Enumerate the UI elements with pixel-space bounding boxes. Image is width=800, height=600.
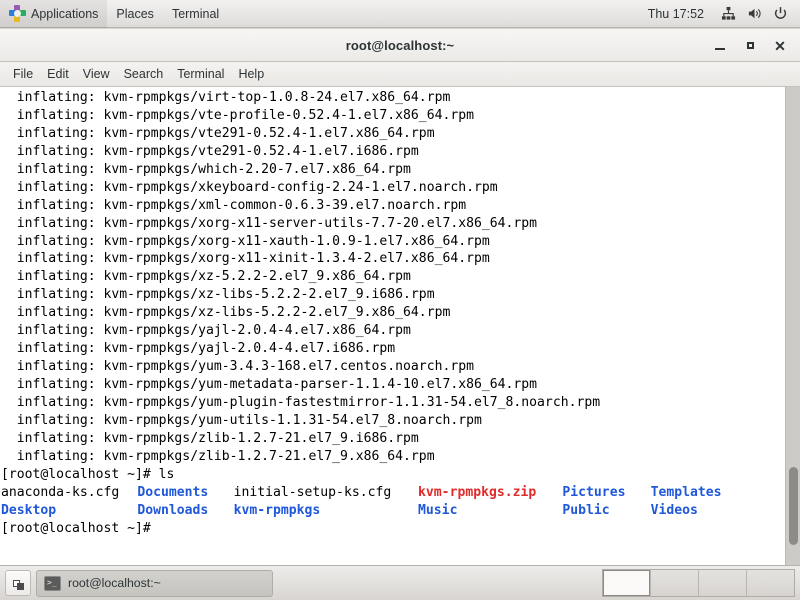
window-title: root@localhost:~ (345, 37, 455, 53)
panel-status-area: Thu 17:52 (638, 0, 800, 28)
maximize-icon (746, 42, 754, 49)
menu-edit[interactable]: Edit (40, 65, 76, 83)
ls-entry: Templates (650, 484, 722, 500)
terminal-final-prompt: [root@localhost ~]# (1, 520, 151, 536)
places-menu[interactable]: Places (107, 0, 163, 28)
centos-logo-icon (9, 5, 26, 22)
terminal-line: inflating: kvm-rpmpkgs/xz-libs-5.2.2-2.e… (1, 287, 435, 303)
minimize-icon (715, 47, 725, 50)
window-square-filled (16, 582, 24, 590)
menu-view[interactable]: View (76, 65, 117, 83)
terminal-line: inflating: kvm-rpmpkgs/yum-3.4.3-168.el7… (1, 359, 474, 375)
terminal-line: inflating: kvm-rpmpkgs/xz-libs-5.2.2-2.e… (1, 305, 451, 321)
menu-help[interactable]: Help (231, 65, 271, 83)
maximize-button[interactable] (736, 33, 764, 59)
terminal-line: inflating: kvm-rpmpkgs/xorg-x11-server-u… (1, 215, 538, 231)
network-icon[interactable] (716, 0, 740, 28)
places-menu-label: Places (116, 6, 154, 21)
minimize-button[interactable] (706, 33, 734, 59)
top-panel: Applications Places Terminal Thu 17:52 (0, 0, 800, 28)
ls-entry: initial-setup-ks.cfg (233, 484, 392, 500)
terminal-scrollbar[interactable] (785, 87, 800, 565)
workspace-3[interactable] (699, 570, 746, 596)
workspace-switcher[interactable] (602, 569, 795, 597)
ls-entry: Public (562, 502, 610, 518)
ls-output-row: Desktop Downloads kvm-rpmpkgs Music Public Vi… (0, 502, 785, 520)
ls-entry: kvm-rpmpkgs (233, 502, 321, 518)
ls-output-row: anaconda-ks.cfg Documents initial-setup-ks… (0, 484, 785, 502)
terminal-line: inflating: kvm-rpmpkgs/xorg-x11-xinit-1.… (1, 251, 490, 267)
terminal-menu-label: Terminal (171, 6, 220, 21)
ls-entry: anaconda-ks.cfg (1, 484, 120, 500)
menu-search[interactable]: Search (117, 65, 171, 83)
terminal-line: inflating: kvm-rpmpkgs/zlib-1.2.7-21.el7… (1, 448, 435, 464)
terminal-command-line: [root@localhost ~]# ls (1, 466, 175, 482)
menu-file[interactable]: File (6, 65, 40, 83)
ls-entry: kvm-rpmpkgs.zip (418, 484, 537, 500)
close-icon: ✕ (774, 37, 786, 54)
ls-entry: Desktop (1, 502, 57, 518)
terminal-line: inflating: kvm-rpmpkgs/yajl-2.0.4-4.el7.… (1, 341, 396, 357)
menu-terminal[interactable]: Terminal (170, 65, 231, 83)
ls-entry: Pictures (562, 484, 626, 500)
window-title-bar[interactable]: root@localhost:~ ✕ (0, 29, 800, 62)
terminal-line: inflating: kvm-rpmpkgs/vte-profile-0.52.… (1, 107, 474, 123)
workspace-2[interactable] (651, 570, 698, 596)
show-desktop-icon[interactable] (5, 570, 31, 596)
terminal-line: inflating: kvm-rpmpkgs/yum-utils-1.1.31-… (1, 412, 482, 428)
ls-entry: Music (418, 502, 458, 518)
terminal-line: inflating: kvm-rpmpkgs/xz-5.2.2-2.el7_9.… (1, 269, 411, 285)
power-icon[interactable] (768, 0, 792, 28)
terminal-line: inflating: kvm-rpmpkgs/virt-top-1.0.8-24… (1, 90, 451, 105)
workspace-4[interactable] (747, 570, 794, 596)
terminal-body[interactable]: inflating: kvm-rpmpkgs/virt-top-1.0.8-24… (0, 87, 800, 565)
applications-menu-label: Applications (31, 6, 99, 21)
terminal-line: inflating: kvm-rpmpkgs/yum-metadata-pars… (1, 377, 538, 392)
workspace-1[interactable] (603, 570, 650, 596)
terminal-line: inflating: kvm-rpmpkgs/vte291-0.52.4-1.e… (1, 143, 419, 159)
close-button[interactable]: ✕ (766, 33, 794, 59)
taskbar-window-label: root@localhost:~ (68, 576, 161, 590)
terminal-menu[interactable]: Terminal (163, 0, 228, 28)
terminal-line: inflating: kvm-rpmpkgs/yajl-2.0.4-4.el7.… (1, 323, 411, 339)
terminal-line: inflating: kvm-rpmpkgs/zlib-1.2.7-21.el7… (1, 430, 419, 446)
menu-bar: File Edit View Search Terminal Help (0, 62, 800, 87)
terminal-line: inflating: kvm-rpmpkgs/xkeyboard-config-… (1, 179, 498, 195)
scrollbar-thumb[interactable] (789, 467, 798, 545)
terminal-screen[interactable]: inflating: kvm-rpmpkgs/virt-top-1.0.8-24… (0, 87, 785, 565)
volume-icon[interactable] (742, 0, 766, 28)
terminal-icon: >_ (44, 575, 61, 591)
terminal-window: root@localhost:~ ✕ File Edit View Search… (0, 29, 800, 565)
ls-entry: Downloads (137, 502, 209, 518)
terminal-line: inflating: kvm-rpmpkgs/vte291-0.52.4-1.e… (1, 125, 435, 141)
applications-menu[interactable]: Applications (0, 0, 108, 28)
taskbar-window-button[interactable]: >_ root@localhost:~ (36, 569, 273, 597)
window-controls: ✕ (706, 29, 794, 62)
ls-entry: Documents (137, 484, 209, 500)
terminal-line: inflating: kvm-rpmpkgs/yum-plugin-fastes… (1, 394, 601, 410)
terminal-line: inflating: kvm-rpmpkgs/xorg-x11-xauth-1.… (1, 233, 490, 249)
terminal-line: inflating: kvm-rpmpkgs/which-2.20-7.el7.… (1, 161, 411, 177)
terminal-line: inflating: kvm-rpmpkgs/xml-common-0.6.3-… (1, 197, 467, 213)
ls-entry: Videos (650, 502, 698, 518)
taskbar: >_ root@localhost:~ (0, 565, 800, 600)
clock[interactable]: Thu 17:52 (638, 7, 714, 21)
